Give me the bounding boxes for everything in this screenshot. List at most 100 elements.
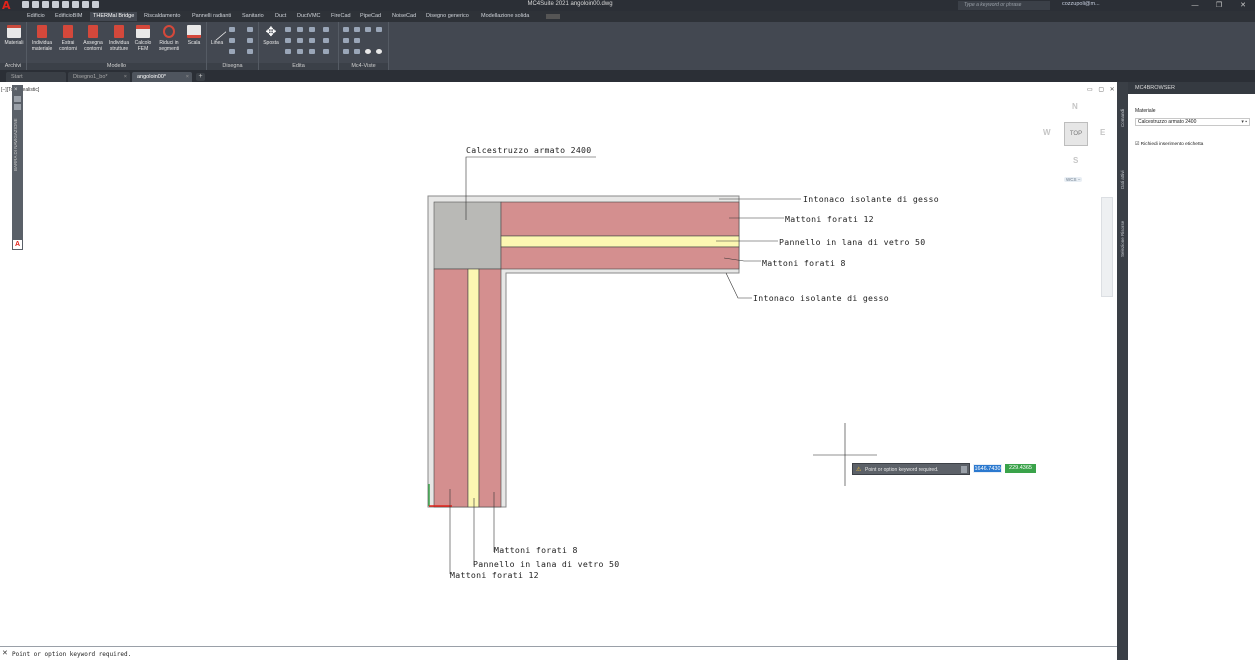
dynamic-input-y[interactable]: 229.4365 bbox=[1005, 464, 1036, 473]
tab-edificiobim[interactable]: EdificioBIM bbox=[52, 12, 86, 21]
doctab-angoloin00[interactable]: angoloin00* × bbox=[132, 72, 192, 82]
view-orbit-icon[interactable] bbox=[354, 49, 360, 54]
tab-duct[interactable]: Duct bbox=[272, 12, 289, 21]
side-tab-selezione-risorse[interactable]: Selezione Risorse bbox=[1118, 221, 1127, 290]
offset-icon[interactable] bbox=[309, 49, 315, 54]
panel-archivi: Materiali Archivi bbox=[0, 22, 27, 70]
close-button[interactable]: ✕ bbox=[1231, 0, 1255, 11]
close-icon[interactable]: ✕ bbox=[2, 647, 10, 661]
view-iso-icon[interactable] bbox=[376, 27, 382, 32]
view-front-icon[interactable] bbox=[354, 27, 360, 32]
maximize-button[interactable]: ❐ bbox=[1207, 0, 1231, 11]
view-top-icon[interactable] bbox=[343, 27, 349, 32]
view-right-icon[interactable] bbox=[354, 38, 360, 43]
keyboard-icon[interactable] bbox=[961, 466, 967, 473]
scale-small-icon[interactable] bbox=[297, 49, 303, 54]
assegna-contorni-button[interactable]: Assegna contorni bbox=[80, 25, 106, 52]
doctab-disegno1[interactable]: Disegno1_bo* × bbox=[68, 72, 130, 82]
dynamic-input-prompt: ⚠ Point or option keyword required. bbox=[852, 463, 970, 475]
array-icon[interactable] bbox=[309, 38, 315, 43]
hatch-icon[interactable] bbox=[247, 38, 253, 43]
ribbon-tabs: Edificio EdificioBIM THERMal Bridge Risc… bbox=[0, 11, 1255, 22]
mc4browser-panel: MC4BROWSER Materiale Calcestruzzo armato… bbox=[1128, 82, 1255, 660]
scala-button[interactable]: Scala bbox=[185, 25, 203, 46]
view-back-icon[interactable] bbox=[343, 38, 349, 43]
redo-icon[interactable] bbox=[72, 1, 79, 8]
ribbon-toggle-icon[interactable] bbox=[546, 14, 560, 19]
quick-access-toolbar bbox=[22, 1, 99, 10]
tab-firecad[interactable]: FireCad bbox=[328, 12, 354, 21]
view-sphere2-icon[interactable] bbox=[376, 49, 382, 54]
tab-noisecad[interactable]: NoiseCad bbox=[389, 12, 419, 21]
label-mattoni8-top: Mattoni forati 8 bbox=[762, 258, 846, 268]
material-select[interactable]: Calcestruzzo armato 2400 ▾ ▪ bbox=[1135, 118, 1250, 126]
view-side-icon[interactable] bbox=[365, 27, 371, 32]
view-sphere-icon[interactable] bbox=[365, 49, 371, 54]
checkbox-icon[interactable]: ☑ bbox=[1135, 142, 1139, 147]
tab-pannelli-radianti[interactable]: Pannelli radianti bbox=[189, 12, 234, 21]
tab-riscaldamento[interactable]: Riscaldamento bbox=[141, 12, 183, 21]
stretch-icon[interactable] bbox=[285, 49, 291, 54]
mirror-icon[interactable] bbox=[285, 38, 291, 43]
plot-icon[interactable] bbox=[82, 1, 89, 8]
panel-title-disegna[interactable]: Disegna bbox=[207, 63, 258, 70]
rotate-icon[interactable] bbox=[297, 27, 303, 32]
tab-modellazione-solida[interactable]: Modellazione solida bbox=[478, 12, 532, 21]
copy-icon[interactable] bbox=[285, 27, 291, 32]
user-account[interactable]: cozzupoli@m... bbox=[1062, 1, 1100, 7]
panel-edita: ✥ Sposta Edita bbox=[259, 22, 339, 70]
polyline-icon[interactable] bbox=[229, 27, 235, 32]
circle-icon[interactable] bbox=[229, 38, 235, 43]
insulation-horizontal bbox=[500, 235, 740, 248]
tab-edificio[interactable]: Edificio bbox=[24, 12, 48, 21]
individua-strutture-button[interactable]: Individua strutture bbox=[107, 25, 131, 52]
browser-content: Materiale Calcestruzzo armato 2400 ▾ ▪ ☑… bbox=[1128, 94, 1255, 660]
view-3d-icon[interactable] bbox=[343, 49, 349, 54]
calcolo-fem-button[interactable]: Calcolo FEM bbox=[133, 25, 153, 52]
wall-red-icon bbox=[37, 25, 47, 38]
new-tab-icon[interactable]: + bbox=[196, 73, 205, 81]
concrete-column bbox=[433, 201, 502, 270]
tab-sanitario[interactable]: Sanitario bbox=[239, 12, 267, 21]
sposta-button[interactable]: ✥ Sposta bbox=[261, 25, 281, 46]
warning-icon: ⚠ bbox=[856, 467, 862, 473]
save-icon[interactable] bbox=[42, 1, 49, 8]
fillet-icon[interactable] bbox=[297, 38, 303, 43]
brick-12-horizontal bbox=[500, 201, 740, 237]
tab-ductvmc[interactable]: DuctVMC bbox=[294, 12, 324, 21]
doctab-start[interactable]: Start bbox=[6, 72, 66, 82]
tab-pipecad[interactable]: PipeCad bbox=[357, 12, 384, 21]
materiali-button[interactable]: Materiali bbox=[2, 25, 26, 46]
arc-icon[interactable] bbox=[229, 49, 235, 54]
riduci-segmenti-button[interactable]: Riduci in segmenti bbox=[155, 25, 183, 52]
side-tab-dati-attivi[interactable]: Dati attivi bbox=[1118, 170, 1127, 212]
close-tab-icon[interactable]: × bbox=[124, 72, 127, 82]
app-menu-button[interactable]: A bbox=[2, 0, 18, 11]
search-input[interactable]: Type a keyword or phrase bbox=[958, 1, 1050, 10]
dynamic-input-x[interactable]: 1646.7430 bbox=[973, 464, 1002, 473]
linea-button[interactable]: Linea bbox=[207, 22, 227, 46]
close-tab-icon[interactable]: × bbox=[186, 72, 189, 82]
estrai-contorni-button[interactable]: Estrai contorni bbox=[57, 25, 79, 52]
tab-disegno-generico[interactable]: Disegno generico bbox=[423, 12, 472, 21]
trim-icon[interactable] bbox=[309, 27, 315, 32]
drawing-canvas[interactable]: [−][Top][Realistic] × BARRA DI NAVIGAZIO… bbox=[0, 82, 1117, 646]
gradient-icon[interactable] bbox=[247, 49, 253, 54]
minimize-button[interactable]: — bbox=[1183, 0, 1207, 11]
share-icon[interactable] bbox=[92, 1, 99, 8]
open-icon[interactable] bbox=[32, 1, 39, 8]
new-icon[interactable] bbox=[22, 1, 29, 8]
command-line[interactable]: ✕ Point or option keyword required. bbox=[0, 646, 1117, 660]
layer-icon[interactable] bbox=[323, 27, 329, 32]
chevron-down-icon[interactable]: ▾ ▪ bbox=[1241, 119, 1247, 126]
erase-icon[interactable] bbox=[323, 38, 329, 43]
side-tab-comandi[interactable]: Comandi bbox=[1118, 109, 1127, 150]
undo-icon[interactable] bbox=[62, 1, 69, 8]
saveas-icon[interactable] bbox=[52, 1, 59, 8]
panel-title-edita[interactable]: Edita bbox=[259, 63, 338, 70]
rectangle-icon[interactable] bbox=[247, 27, 253, 32]
tab-thermal-bridge[interactable]: THERMal Bridge bbox=[90, 12, 138, 21]
label-checkbox[interactable]: ☑ Richiedi inserimento etichetta bbox=[1135, 142, 1203, 147]
individua-materiale-button[interactable]: Individua materiale bbox=[29, 25, 55, 52]
explode-icon[interactable] bbox=[323, 49, 329, 54]
